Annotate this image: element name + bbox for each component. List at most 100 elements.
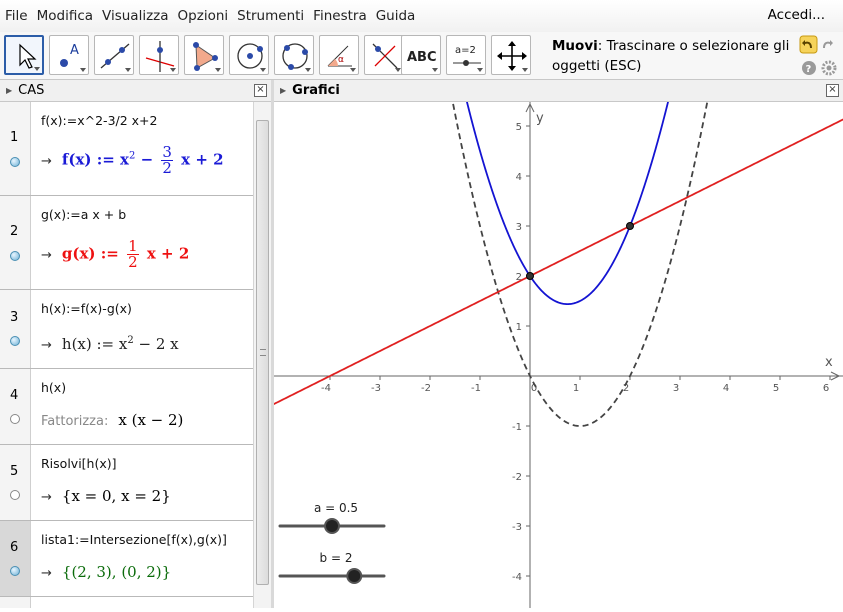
- intersection-point[interactable]: [626, 222, 634, 230]
- tool-help-title: Muovi: [552, 38, 598, 54]
- y-tick-label: -4: [512, 572, 522, 583]
- tool-help-text: Muovi: Trascinare o selezionare gli ogge…: [552, 36, 792, 76]
- svg-text:α: α: [338, 55, 344, 65]
- x-tick-label: -3: [371, 383, 381, 394]
- svg-text:a=2: a=2: [455, 45, 476, 56]
- g-function-line[interactable]: [269, 116, 843, 407]
- close-graphics-button[interactable]: ×: [826, 84, 839, 97]
- menu-finestra[interactable]: Finestra: [312, 6, 368, 26]
- cas-input[interactable]: h(x):=f(x)-g(x): [41, 301, 132, 316]
- menu-strumenti[interactable]: Strumenti: [236, 6, 305, 26]
- reflect-tool-button[interactable]: [364, 35, 404, 75]
- svg-text:A: A: [70, 43, 79, 58]
- visibility-toggle-icon[interactable]: [10, 566, 20, 576]
- cas-row[interactable]: 6 lista1:=Intersezione[f(x),g(x)] → {(2, …: [0, 521, 253, 597]
- visibility-toggle-icon[interactable]: [10, 490, 20, 500]
- visibility-toggle-icon[interactable]: [10, 157, 20, 167]
- slider-a-knob[interactable]: [324, 518, 340, 534]
- x-tick-label: 1: [573, 383, 579, 394]
- visibility-toggle-icon[interactable]: [10, 414, 20, 424]
- line-tool-button[interactable]: [94, 35, 134, 75]
- slider-b-knob[interactable]: [346, 568, 363, 584]
- menu-opzioni[interactable]: Opzioni: [177, 6, 230, 26]
- cas-input[interactable]: Risolvi[h(x)]: [41, 456, 117, 471]
- cas-output: → h(x) := x2 − 2 x: [41, 335, 179, 353]
- cas-row-empty[interactable]: [0, 597, 253, 608]
- cas-row[interactable]: 2 g(x):=a x + b → g(x) := 12 x + 2: [0, 196, 253, 290]
- scrollbar-thumb[interactable]: [256, 120, 269, 585]
- circle-three-points-tool-button[interactable]: [274, 35, 314, 75]
- text-tool-button[interactable]: ABC: [401, 35, 441, 75]
- menu-bar: File Modifica Visualizza Opzioni Strumen…: [0, 0, 843, 32]
- x-tick-label: 5: [773, 383, 779, 394]
- y-axis-label: y: [536, 111, 544, 126]
- cas-view-title: CAS: [18, 83, 45, 98]
- row-number: 1: [10, 130, 19, 145]
- polygon-tool-button[interactable]: [184, 35, 224, 75]
- slider-a-label: a = 0.5: [314, 501, 358, 515]
- move-graphics-tool-button[interactable]: [491, 35, 531, 75]
- cas-input[interactable]: f(x):=x^2-3/2 x+2: [41, 113, 158, 128]
- y-tick-label: -2: [512, 472, 522, 483]
- svg-text:ABC: ABC: [407, 50, 437, 65]
- output-arrow: →: [41, 153, 52, 169]
- cas-output: → {x = 0, x = 2}: [41, 487, 171, 505]
- circle-center-point-tool-button[interactable]: [229, 35, 269, 75]
- login-link[interactable]: Accedi...: [768, 7, 825, 23]
- slider-tool-button[interactable]: a=2: [446, 35, 486, 75]
- gear-icon[interactable]: [821, 60, 837, 76]
- x-axis-label: x: [825, 355, 833, 370]
- factor-label: Fattorizza:: [41, 414, 109, 429]
- x-tick-label: 4: [723, 383, 729, 394]
- close-cas-button[interactable]: ×: [254, 84, 267, 97]
- collapse-arrow-icon[interactable]: ▶: [6, 86, 12, 95]
- undo-icon[interactable]: [799, 35, 818, 54]
- f-function-curve[interactable]: [454, 3, 691, 306]
- visibility-toggle-icon[interactable]: [10, 251, 20, 261]
- x-tick-label: -1: [471, 383, 481, 394]
- cas-output: → f(x) := x2 − 32 x + 2: [41, 143, 224, 177]
- collapse-arrow-icon[interactable]: ▶: [280, 86, 286, 95]
- menu-visualizza[interactable]: Visualizza: [101, 6, 170, 26]
- slider-b-label: b = 2: [320, 551, 353, 565]
- cas-row[interactable]: 5 Risolvi[h(x)] → {x = 0, x = 2}: [0, 445, 253, 521]
- pointer-icon: [19, 43, 37, 69]
- help-icon[interactable]: ?: [802, 61, 816, 75]
- cas-row[interactable]: 4 h(x) Fattorizza: x (x − 2): [0, 369, 253, 445]
- redo-icon[interactable]: [823, 40, 833, 48]
- cas-view: 1 f(x):=x^2-3/2 x+2 → f(x) := x2 − 32 x +…: [0, 102, 253, 608]
- toolbar: A α ABC a=2 Muovi: Trascinare o selezion…: [0, 32, 843, 80]
- cas-output: → g(x) := 12 x + 2: [41, 237, 190, 271]
- visibility-toggle-icon[interactable]: [10, 336, 20, 346]
- cas-scrollbar[interactable]: [253, 102, 271, 608]
- cas-input[interactable]: h(x): [41, 380, 66, 395]
- y-tick-label: -3: [512, 522, 522, 533]
- intersection-point[interactable]: [526, 272, 534, 280]
- cas-output: → {(2, 3), (0, 2)}: [41, 563, 172, 581]
- cas-input[interactable]: lista1:=Intersezione[f(x),g(x)]: [41, 532, 227, 547]
- graphics-canvas[interactable]: xy-4 -3 -2 -1 0 1 2 3 4 5 654321-1-2-3-4a = 0.5b =…: [269, 0, 843, 608]
- graphics-view-header: ▶ Grafici ×: [274, 80, 843, 102]
- row-number: 2: [10, 224, 19, 239]
- cas-row[interactable]: 1 f(x):=x^2-3/2 x+2 → f(x) := x2 − 32 x +…: [0, 102, 253, 196]
- toolbar-right-icons: ?: [799, 35, 839, 79]
- angle-tool-button[interactable]: α: [319, 35, 359, 75]
- menu-modifica[interactable]: Modifica: [36, 6, 94, 26]
- move-tool-button[interactable]: [4, 35, 44, 75]
- y-tick-label: -1: [512, 422, 522, 433]
- menu-file[interactable]: File: [4, 6, 29, 26]
- row-number: 3: [10, 310, 19, 325]
- perpendicular-tool-button[interactable]: [139, 35, 179, 75]
- cas-input[interactable]: g(x):=a x + b: [41, 207, 126, 222]
- y-tick-label: 4: [516, 172, 522, 183]
- point-tool-button[interactable]: A: [49, 35, 89, 75]
- y-tick-label: 5: [516, 122, 522, 133]
- x-tick-label: -4: [321, 383, 331, 394]
- y-tick-label: 1: [516, 322, 522, 333]
- graphics-view[interactable]: x y -4 -3 -2 -1 0 1 2 3 4 5 6 5 4 3 2 1 -1 -2 -3 -4 a = 0.5 b =…: [269, 0, 843, 608]
- svg-text:?: ?: [806, 64, 812, 75]
- menu-guida[interactable]: Guida: [375, 6, 417, 26]
- cas-row[interactable]: 3 h(x):=f(x)-g(x) → h(x) := x2 − 2 x: [0, 290, 253, 369]
- x-tick-label: -2: [421, 383, 431, 394]
- output-arrow: →: [41, 247, 52, 263]
